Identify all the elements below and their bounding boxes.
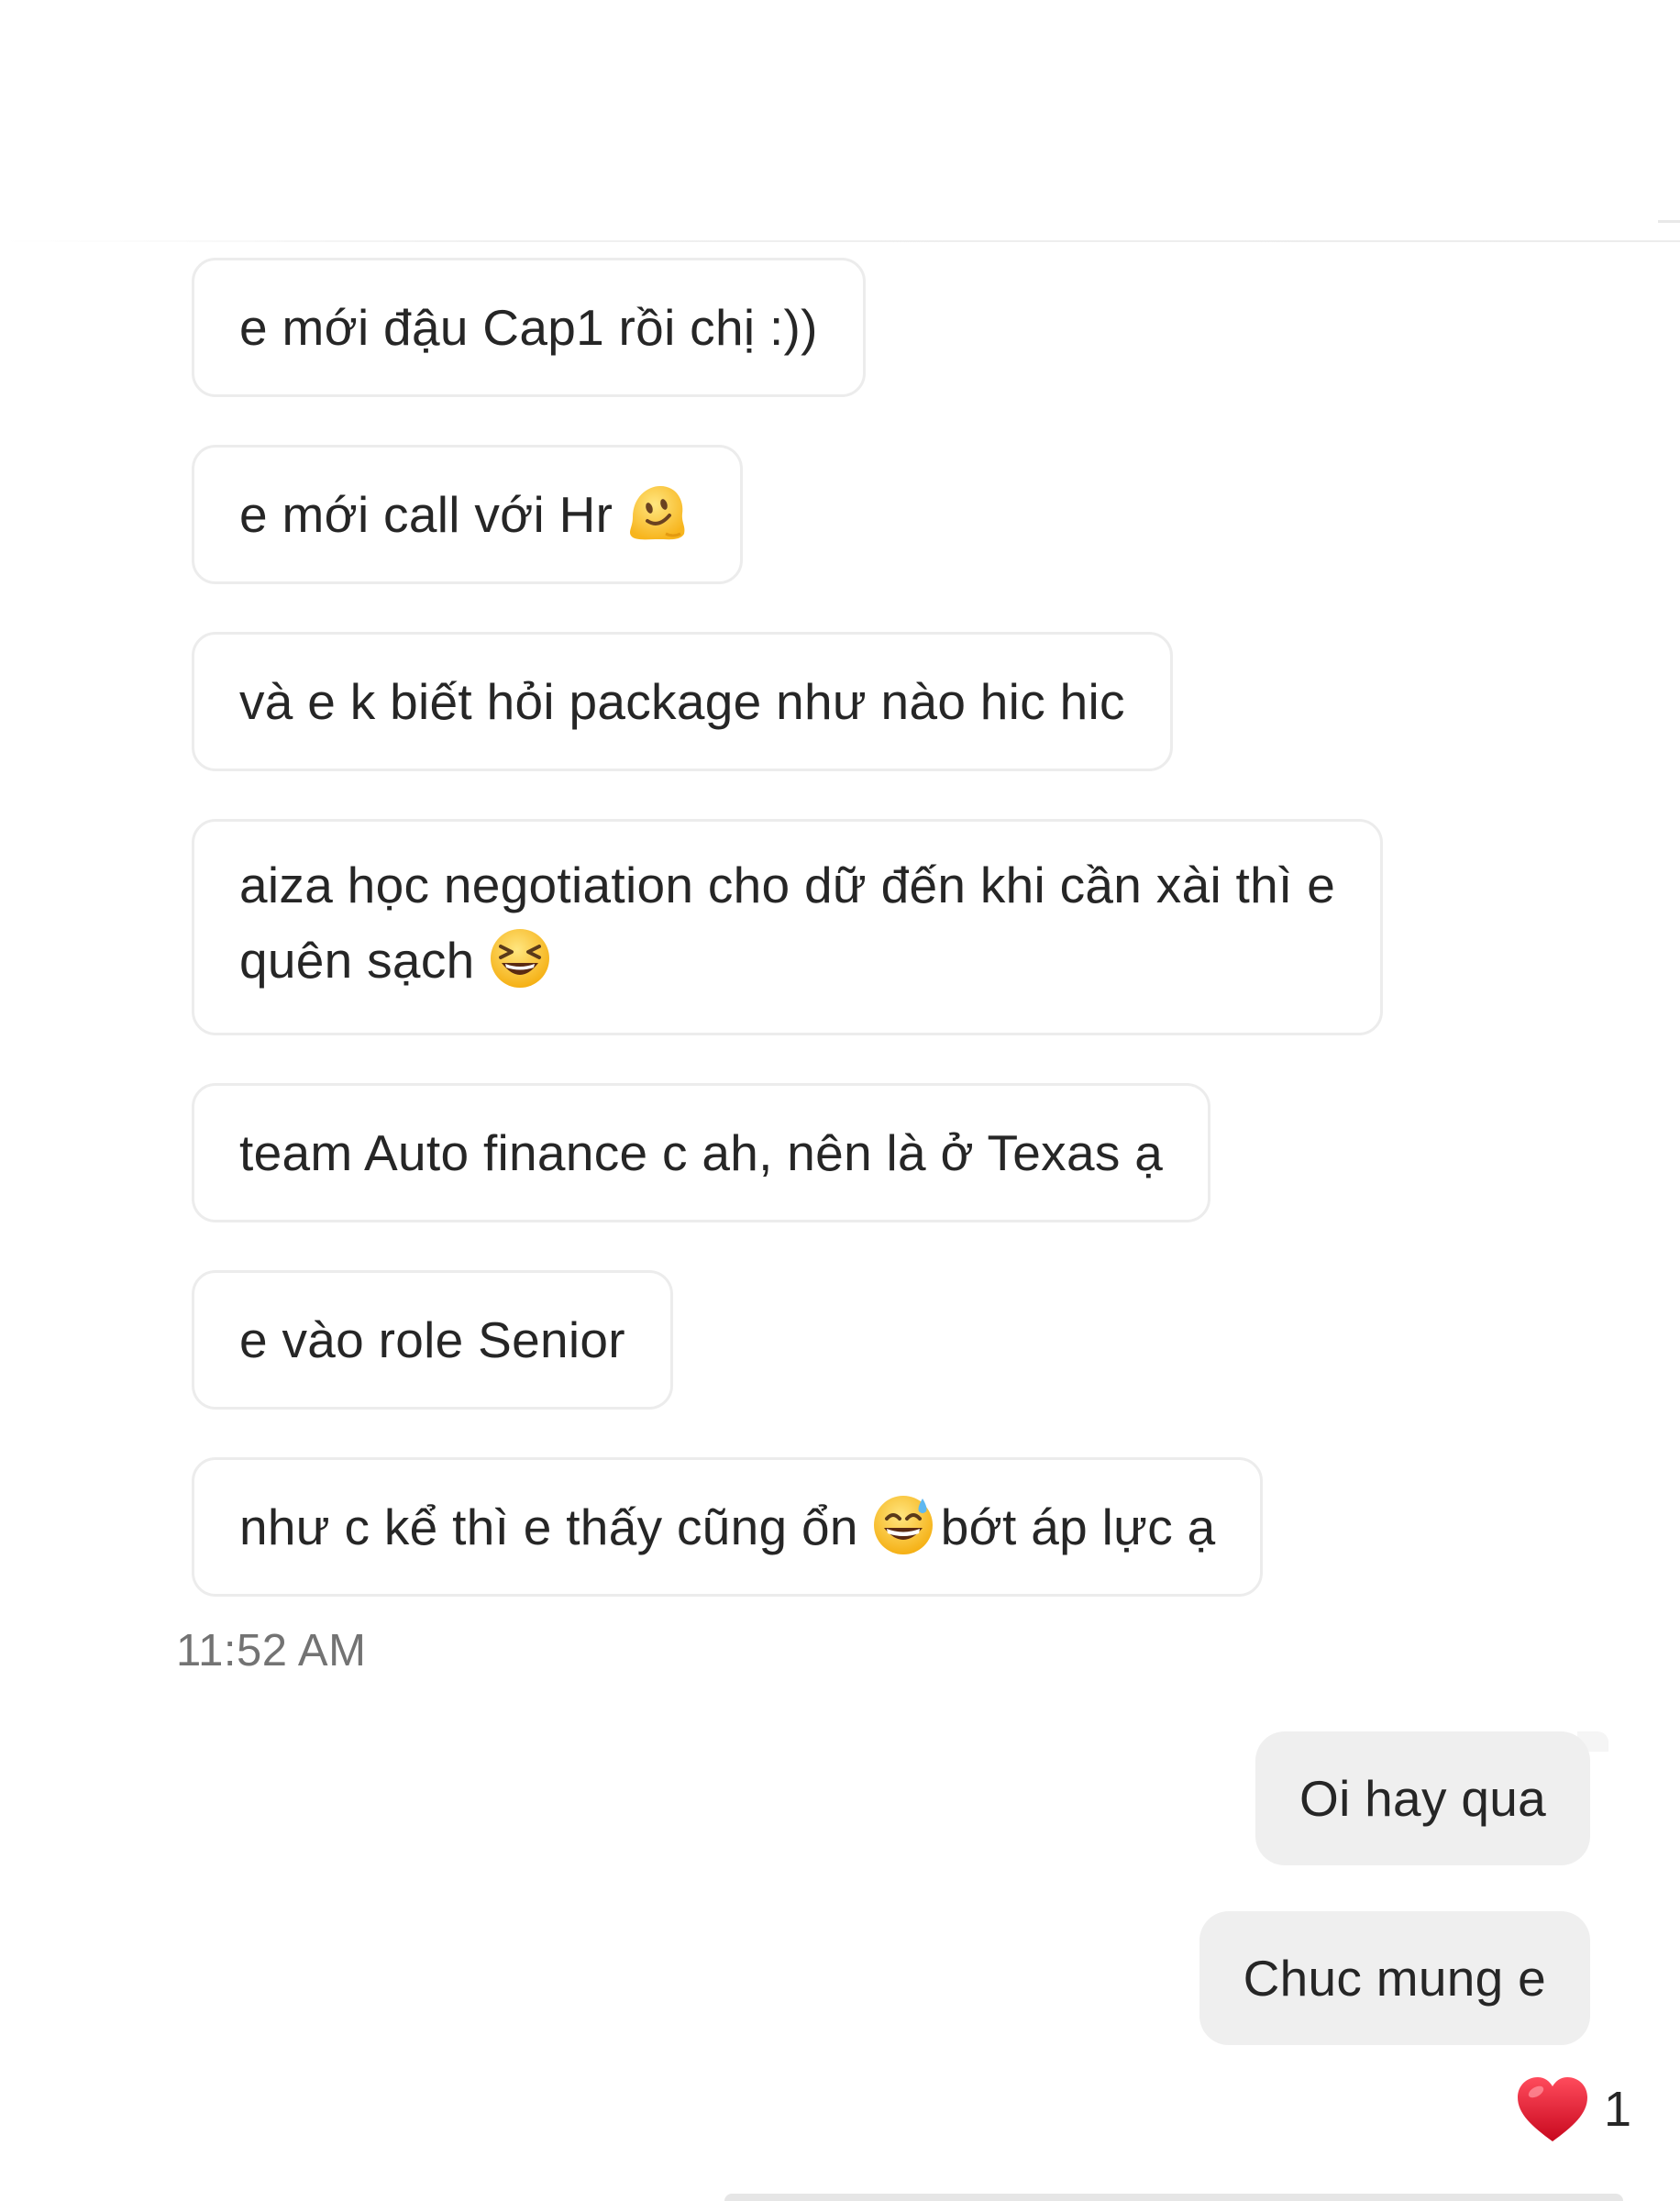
- message-text-line: quên sạch: [239, 932, 475, 989]
- message-text: Chuc mung e: [1243, 1950, 1546, 2007]
- incoming-message-bubble[interactable]: e mới đậu Cap1 rồi chị :)): [192, 258, 866, 397]
- melting-face-emoji-icon: [625, 481, 690, 545]
- incoming-message-bubble[interactable]: e mới call với Hr: [192, 445, 744, 584]
- message-text: e mới call với Hr: [239, 486, 613, 543]
- message-text: và e k biết hỏi package như nào hic hic: [239, 673, 1125, 730]
- message-text: như c kể thì e thấy cũng ổn: [239, 1499, 858, 1555]
- incoming-message-bubble[interactable]: team Auto finance c ah, nên là ở Texas ạ: [192, 1083, 1211, 1222]
- incoming-message-bubble[interactable]: như c kể thì e thấy cũng ổn bớt áp lực ạ: [192, 1457, 1264, 1597]
- outgoing-message-bubble[interactable]: Oi hay qua: [1254, 1731, 1590, 1865]
- message-text-line: aiza học negotiation cho dữ đến khi cần …: [239, 857, 1336, 913]
- message-text: bớt áp lực ạ: [940, 1499, 1216, 1555]
- incoming-message-bubble[interactable]: và e k biết hỏi package như nào hic hic: [192, 632, 1173, 771]
- reaction-count: 1: [1603, 2082, 1631, 2137]
- message-text: Oi hay qua: [1299, 1770, 1546, 1827]
- laughing-squinting-face-emoji-icon: [488, 926, 552, 990]
- bottom-edge-bar: [724, 2194, 1623, 2201]
- header-divider: [0, 240, 1680, 242]
- incoming-message-bubble[interactable]: e vào role Senior: [192, 1270, 673, 1410]
- message-reaction[interactable]: 1: [1514, 2071, 1631, 2148]
- grinning-face-with-sweat-emoji-icon: [871, 1493, 935, 1557]
- header-divider-tick: [1658, 220, 1680, 223]
- message-timestamp: 11:52 AM: [176, 1626, 367, 1676]
- message-text: team Auto finance c ah, nên là ở Texas ạ: [239, 1124, 1164, 1181]
- message-text: e vào role Senior: [239, 1311, 625, 1368]
- outgoing-message-bubble[interactable]: Chuc mung e: [1199, 1911, 1590, 2045]
- message-text: e mới đậu Cap1 rồi chị :)): [239, 299, 818, 356]
- red-heart-icon: [1514, 2074, 1591, 2145]
- incoming-message-bubble[interactable]: aiza học negotiation cho dữ đến khi cần …: [192, 819, 1384, 1035]
